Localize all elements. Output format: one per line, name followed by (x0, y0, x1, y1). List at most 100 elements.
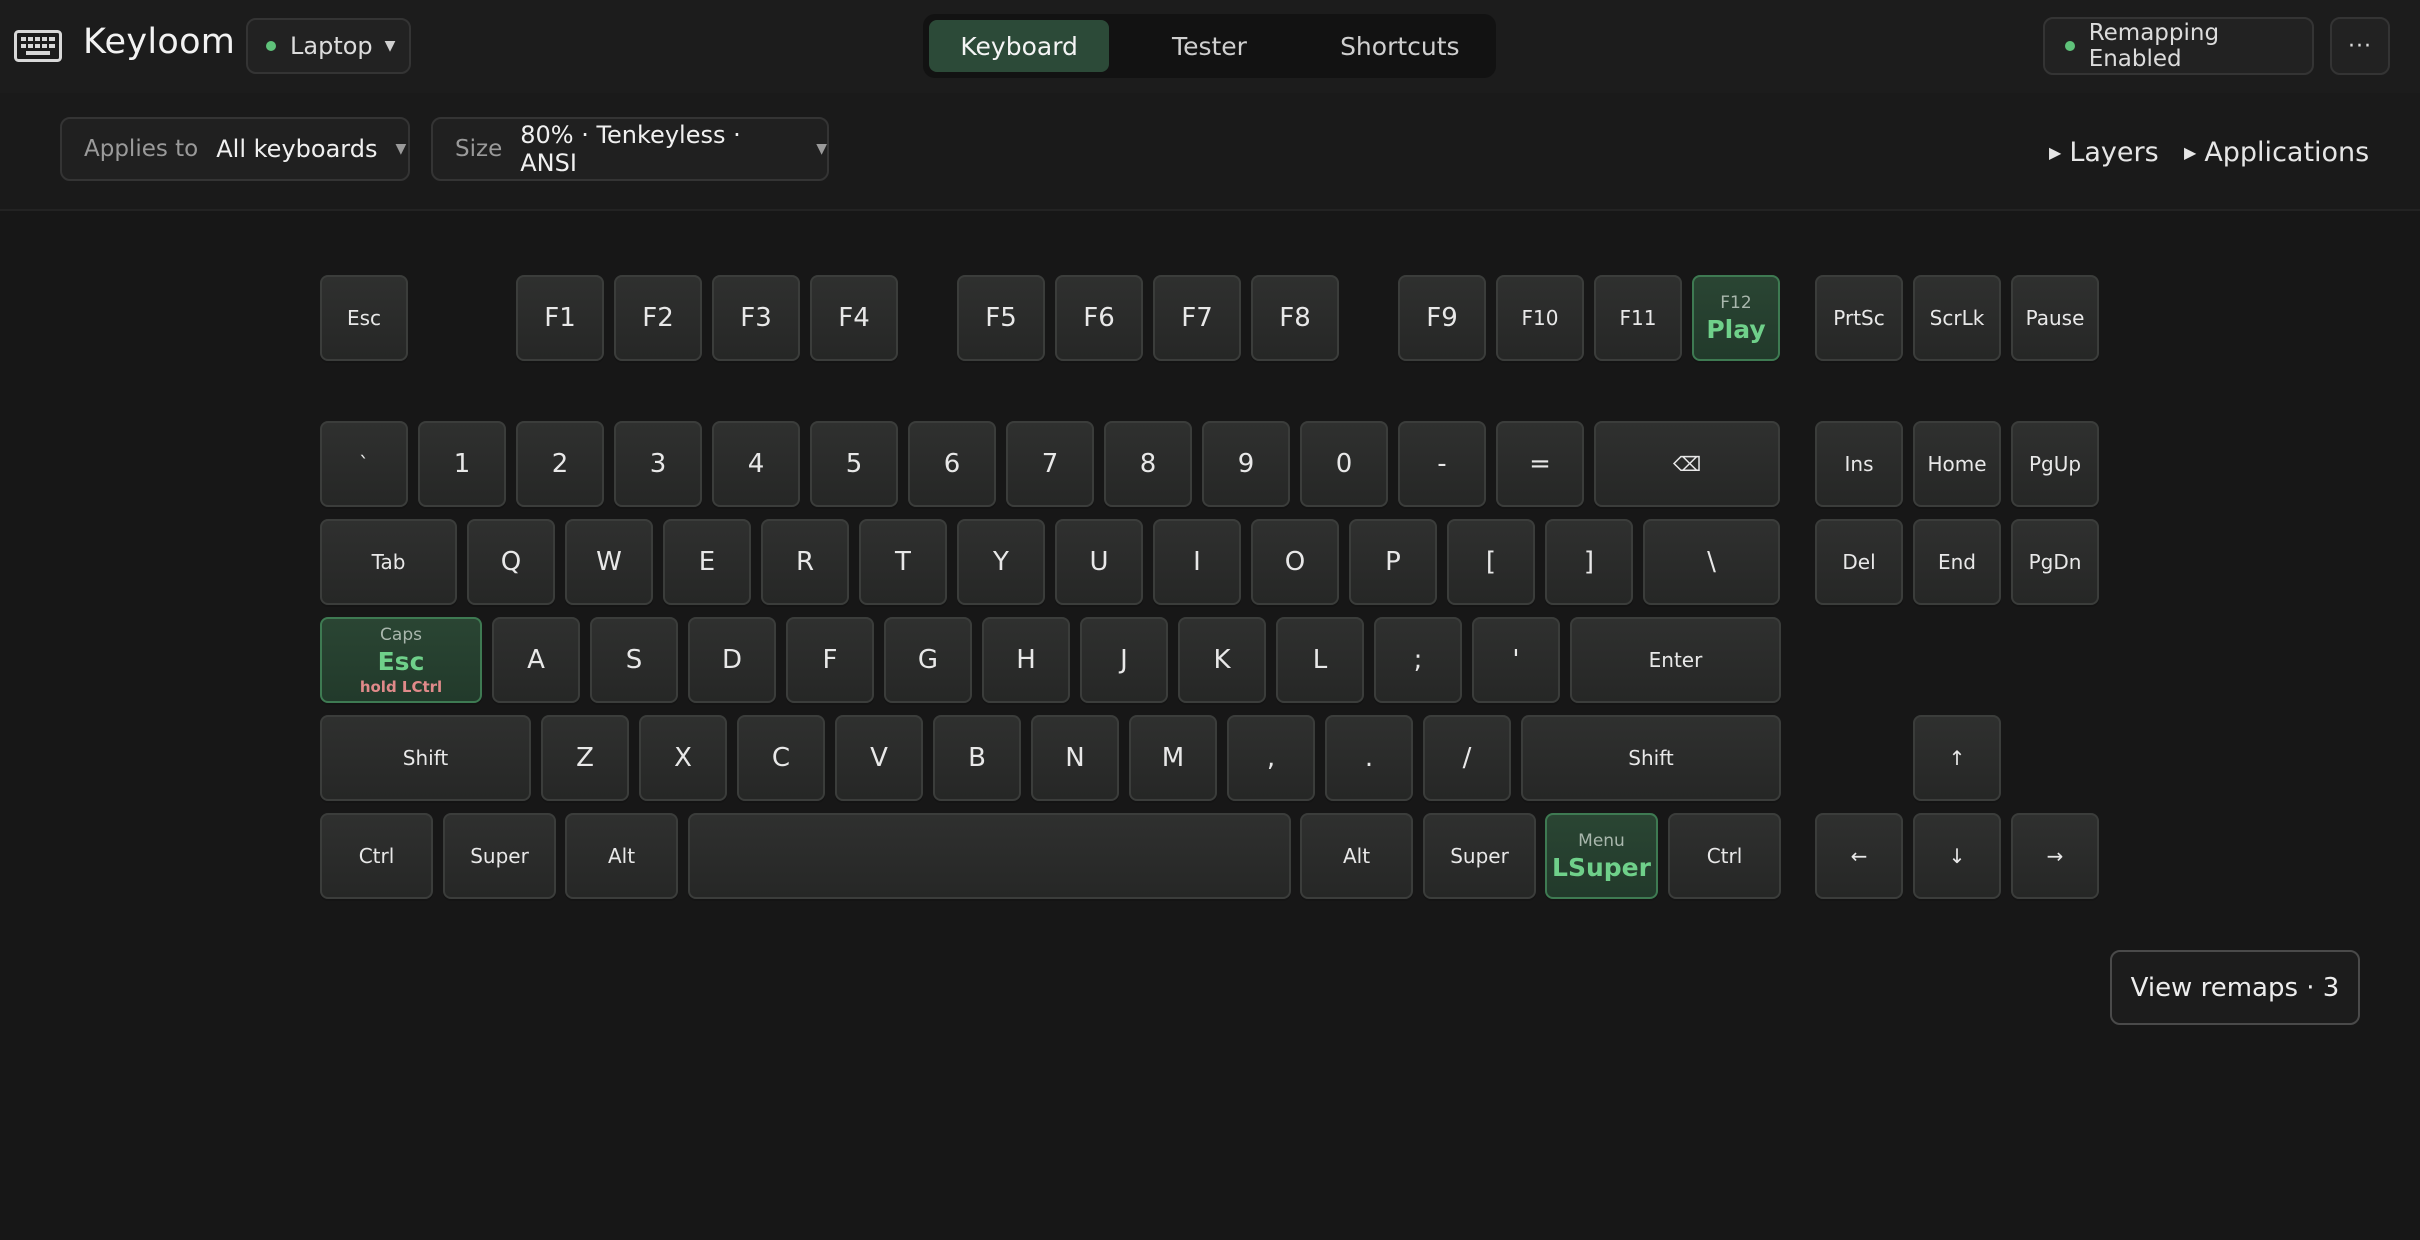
key-f4-4[interactable]: F4 (810, 275, 898, 361)
size-select[interactable]: Size 80% · Tenkeyless · ANSI ▼ (431, 117, 829, 181)
key-r-37[interactable]: R (761, 519, 849, 605)
key-8-24[interactable]: 8 (1104, 421, 1192, 507)
key-caps-50[interactable]: Caps Esc hold LCtrl (320, 617, 482, 703)
key-f10-10[interactable]: F10 (1496, 275, 1584, 361)
tab-tester[interactable]: Tester (1119, 20, 1299, 72)
key-semicolon-60[interactable]: ; (1374, 617, 1462, 703)
key-scrlk-14[interactable]: ScrLk (1913, 275, 2001, 361)
key-esc-0[interactable]: Esc (320, 275, 408, 361)
layers-toggle[interactable]: ▶ Layers (2049, 137, 2159, 168)
key-f2-2[interactable]: F2 (614, 275, 702, 361)
key-n-69[interactable]: N (1031, 715, 1119, 801)
key-backslash-46[interactable]: \ (1643, 519, 1780, 605)
key---86[interactable]: → (2011, 813, 2099, 899)
key-p-43[interactable]: P (1349, 519, 1437, 605)
key-ctrl-76[interactable]: Ctrl (320, 813, 433, 899)
key-h-56[interactable]: H (982, 617, 1070, 703)
key-right-bracket-45[interactable]: ] (1545, 519, 1633, 605)
key-f6-6[interactable]: F6 (1055, 275, 1143, 361)
key-5-21[interactable]: 5 (810, 421, 898, 507)
key-0-26[interactable]: 0 (1300, 421, 1388, 507)
key-left-bracket-44[interactable]: [ (1447, 519, 1535, 605)
key-slash-73[interactable]: / (1423, 715, 1511, 801)
key-w-35[interactable]: W (565, 519, 653, 605)
key-shift-74[interactable]: Shift (1521, 715, 1781, 801)
key-backtick-16[interactable]: ` (320, 421, 408, 507)
key-minus-27[interactable]: - (1398, 421, 1486, 507)
key-ins-30[interactable]: Ins (1815, 421, 1903, 507)
more-options-button[interactable]: ··· (2330, 17, 2390, 75)
tab-shortcuts[interactable]: Shortcuts (1310, 20, 1490, 72)
tab-keyboard[interactable]: Keyboard (929, 20, 1110, 72)
key-e-36[interactable]: E (663, 519, 751, 605)
key-shift-63[interactable]: Shift (320, 715, 531, 801)
key-d-53[interactable]: D (688, 617, 776, 703)
key-equals-28[interactable]: = (1496, 421, 1584, 507)
key-space[interactable] (688, 813, 1291, 899)
key-k-58[interactable]: K (1178, 617, 1266, 703)
applies-to-select[interactable]: Applies to All keyboards ▼ (60, 117, 410, 181)
key-super-81[interactable]: Super (1423, 813, 1536, 899)
key-del-47[interactable]: Del (1815, 519, 1903, 605)
key-f11-11[interactable]: F11 (1594, 275, 1682, 361)
key---84[interactable]: ← (1815, 813, 1903, 899)
key---85[interactable]: ↓ (1913, 813, 2001, 899)
key-f3-3[interactable]: F3 (712, 275, 800, 361)
key-i-41[interactable]: I (1153, 519, 1241, 605)
key---75[interactable]: ↑ (1913, 715, 2001, 801)
key-f7-7[interactable]: F7 (1153, 275, 1241, 361)
key-f1-1[interactable]: F1 (516, 275, 604, 361)
key-f8-8[interactable]: F8 (1251, 275, 1339, 361)
key-enter-62[interactable]: Enter (1570, 617, 1781, 703)
key-end-48[interactable]: End (1913, 519, 2001, 605)
key-x-65[interactable]: X (639, 715, 727, 801)
key-6-22[interactable]: 6 (908, 421, 996, 507)
key-pgup-32[interactable]: PgUp (2011, 421, 2099, 507)
key-g-55[interactable]: G (884, 617, 972, 703)
applications-toggle[interactable]: ▶ Applications (2184, 137, 2369, 168)
key-4-20[interactable]: 4 (712, 421, 800, 507)
key-alt-80[interactable]: Alt (1300, 813, 1413, 899)
key-tab-33[interactable]: Tab (320, 519, 457, 605)
key-t-38[interactable]: T (859, 519, 947, 605)
key-3-19[interactable]: 3 (614, 421, 702, 507)
key-m-70[interactable]: M (1129, 715, 1217, 801)
key-l-59[interactable]: L (1276, 617, 1364, 703)
key-alt-78[interactable]: Alt (565, 813, 678, 899)
key-1-17[interactable]: 1 (418, 421, 506, 507)
key-home-31[interactable]: Home (1913, 421, 2001, 507)
key-v-67[interactable]: V (835, 715, 923, 801)
key-9-25[interactable]: 9 (1202, 421, 1290, 507)
key-q-34[interactable]: Q (467, 519, 555, 605)
key-pgdn-49[interactable]: PgDn (2011, 519, 2099, 605)
key-y-39[interactable]: Y (957, 519, 1045, 605)
key-f12-12[interactable]: F12 Play (1692, 275, 1780, 361)
key-a-51[interactable]: A (492, 617, 580, 703)
key-comma-71[interactable]: , (1227, 715, 1315, 801)
key-ctrl-83[interactable]: Ctrl (1668, 813, 1781, 899)
key-j-57[interactable]: J (1080, 617, 1168, 703)
key-f-54[interactable]: F (786, 617, 874, 703)
key-quote-61[interactable]: ' (1472, 617, 1560, 703)
key-u-40[interactable]: U (1055, 519, 1143, 605)
key-7-23[interactable]: 7 (1006, 421, 1094, 507)
key-pause-15[interactable]: Pause (2011, 275, 2099, 361)
key-super-77[interactable]: Super (443, 813, 556, 899)
key-prtsc-13[interactable]: PrtSc (1815, 275, 1903, 361)
key-2-18[interactable]: 2 (516, 421, 604, 507)
key-c-66[interactable]: C (737, 715, 825, 801)
device-select[interactable]: Laptop ▼ (246, 18, 411, 74)
key-f5-5[interactable]: F5 (957, 275, 1045, 361)
key-label: Super (470, 844, 529, 868)
view-remaps-button[interactable]: View remaps · 3 (2110, 950, 2360, 1025)
key-f9-9[interactable]: F9 (1398, 275, 1486, 361)
key-z-64[interactable]: Z (541, 715, 629, 801)
key-o-42[interactable]: O (1251, 519, 1339, 605)
remapping-status-toggle[interactable]: Remapping Enabled (2043, 17, 2314, 75)
key-b-68[interactable]: B (933, 715, 1021, 801)
key-period-72[interactable]: . (1325, 715, 1413, 801)
key---29[interactable]: ⌫ (1594, 421, 1780, 507)
key-menu-82[interactable]: Menu LSuper (1545, 813, 1658, 899)
key-s-52[interactable]: S (590, 617, 678, 703)
key-label: PrtSc (1833, 306, 1885, 330)
